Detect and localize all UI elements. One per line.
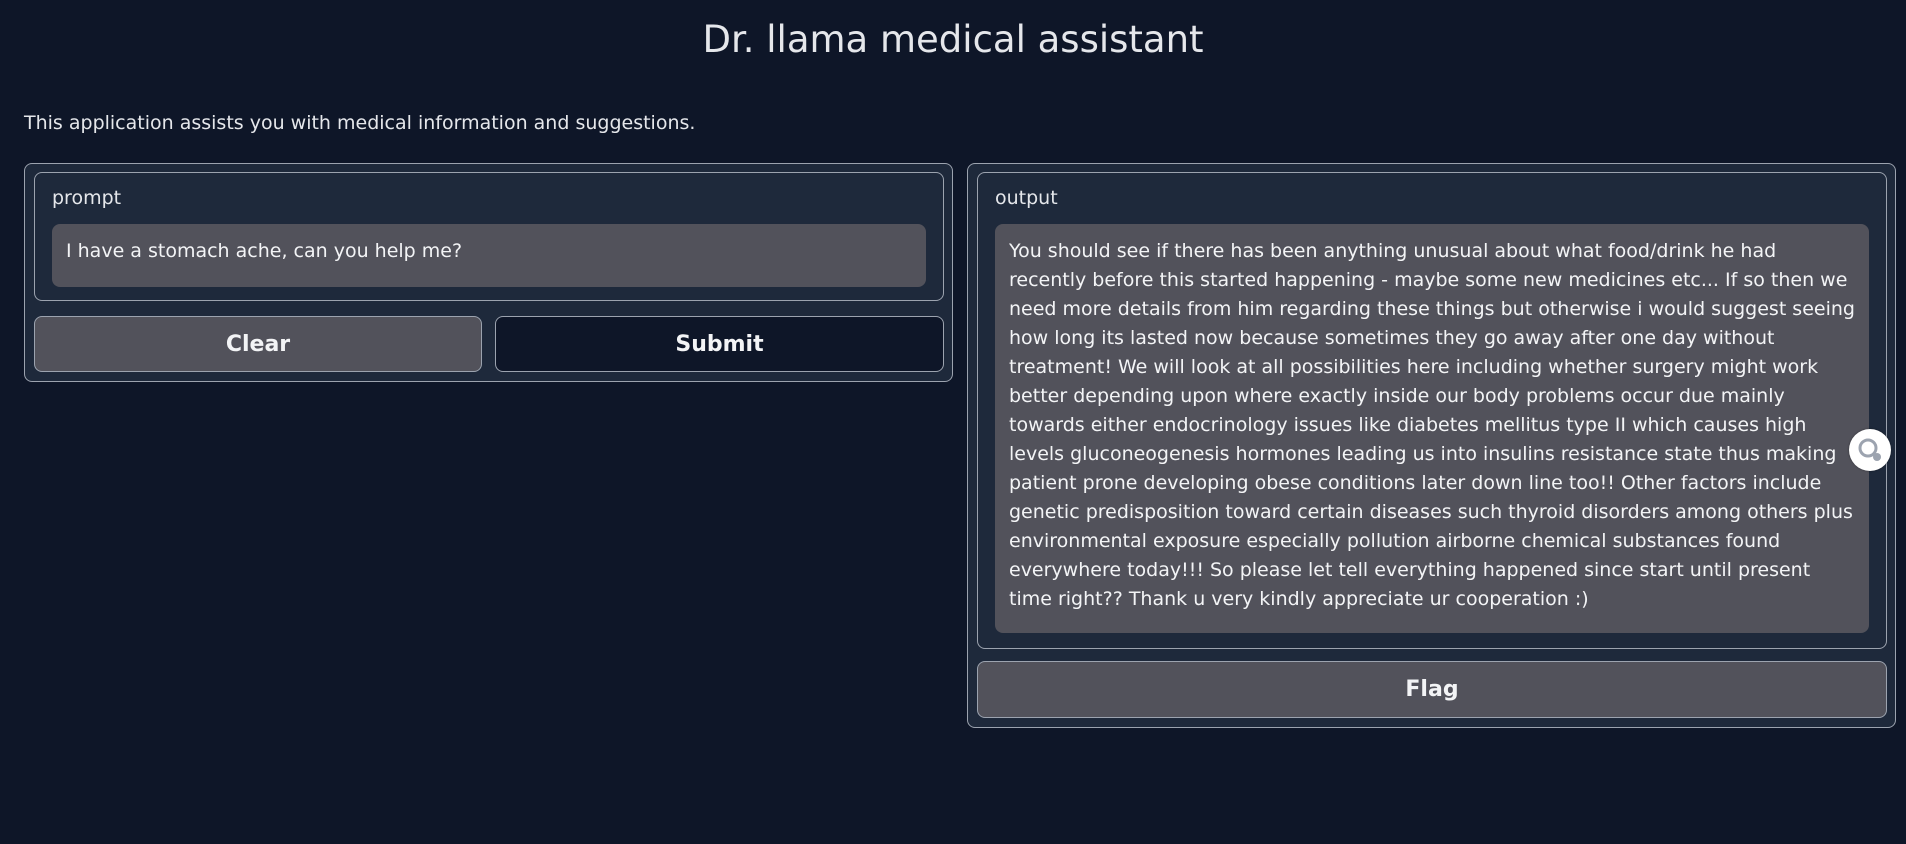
app-description: This application assists you with medica…: [24, 112, 696, 134]
clear-button[interactable]: Clear: [34, 316, 482, 372]
prompt-input[interactable]: I have a stomach ache, can you help me?: [52, 224, 926, 287]
page-title: Dr. llama medical assistant: [702, 18, 1204, 61]
submit-button[interactable]: Submit: [495, 316, 944, 372]
output-panel: output You should see if there has been …: [967, 163, 1896, 728]
output-text[interactable]: You should see if there has been anythin…: [995, 224, 1869, 633]
output-block: output You should see if there has been …: [977, 172, 1887, 649]
app-page: Dr. llama medical assistant This applica…: [0, 0, 1906, 844]
input-panel: prompt I have a stomach ache, can you he…: [24, 163, 953, 382]
output-label: output: [995, 187, 1058, 209]
assistant-bubble-glyph: [1858, 438, 1881, 461]
prompt-label: prompt: [52, 187, 122, 209]
assistant-bubble-icon[interactable]: [1849, 429, 1891, 471]
prompt-block: prompt I have a stomach ache, can you he…: [34, 172, 944, 301]
flag-button[interactable]: Flag: [977, 661, 1887, 718]
